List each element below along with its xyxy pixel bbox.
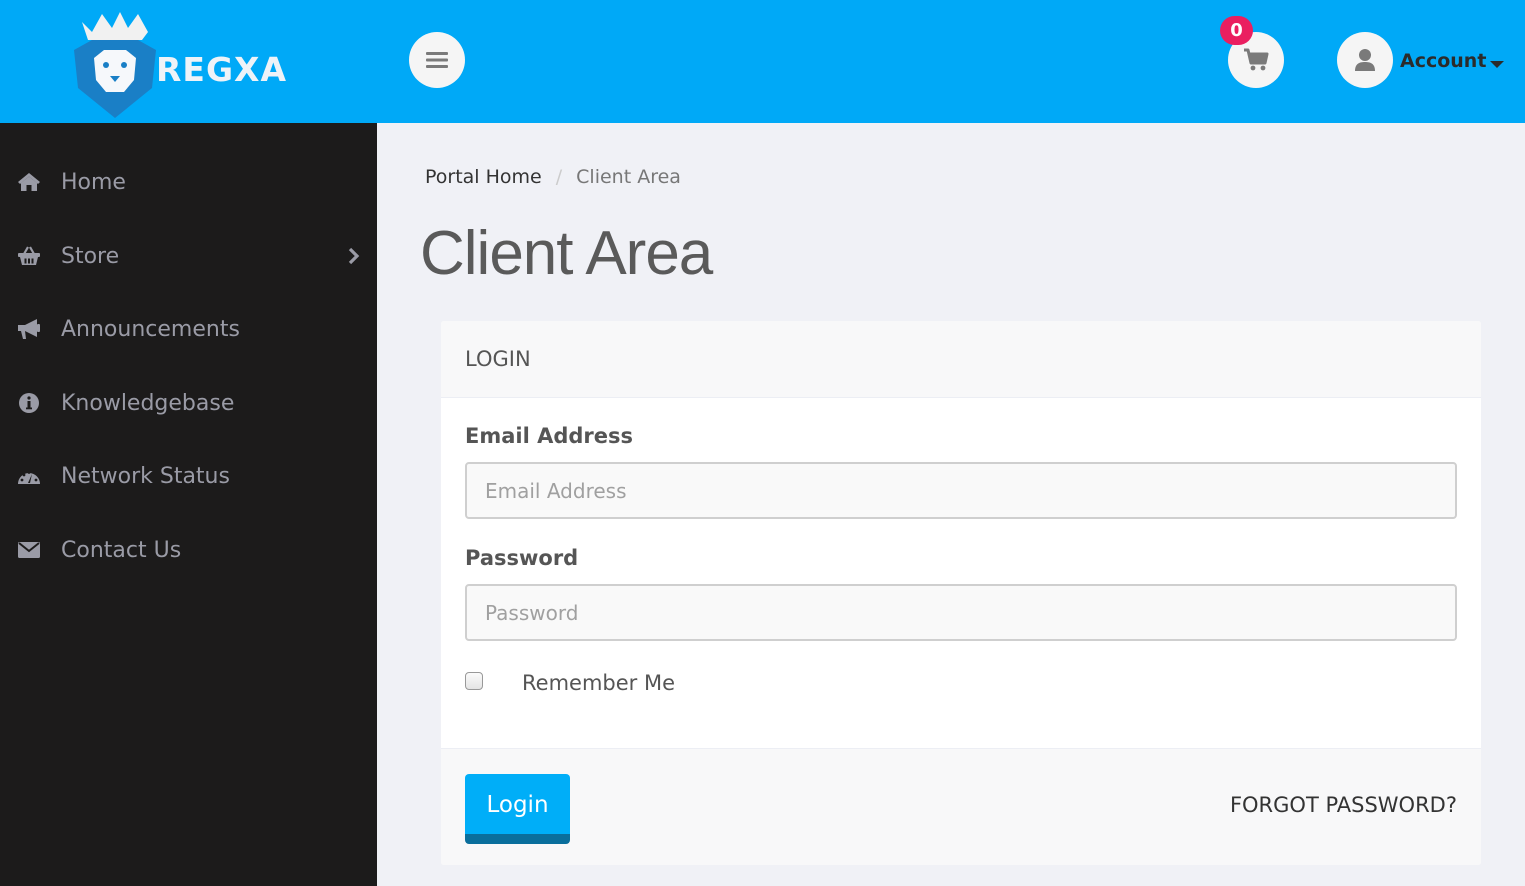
sidebar-item-label: Knowledgebase xyxy=(61,391,234,416)
sidebar-item-home[interactable]: Home xyxy=(0,152,377,212)
email-field[interactable] xyxy=(465,462,1457,519)
top-navbar: REGXA 0 Account xyxy=(0,0,1525,123)
login-card: LOGIN Email Address Password Remember Me… xyxy=(441,321,1481,865)
sidebar-item-contact-us[interactable]: Contact Us xyxy=(0,520,377,580)
login-card-title: LOGIN xyxy=(465,347,531,371)
sidebar-item-label: Announcements xyxy=(61,317,240,342)
shopping-cart-icon xyxy=(1243,48,1269,72)
login-button[interactable]: Login xyxy=(465,774,570,844)
account-menu-label[interactable]: Account xyxy=(1400,50,1486,72)
sidebar-item-label: Network Status xyxy=(61,464,230,489)
caret-down-icon[interactable] xyxy=(1490,61,1504,68)
user-icon xyxy=(1354,48,1376,72)
sidebar-item-label: Store xyxy=(61,244,119,269)
sidebar: Home Store Announcements Knowledgebase N… xyxy=(0,123,377,886)
page-title: Client Area xyxy=(420,218,712,289)
breadcrumb-home-link[interactable]: Portal Home xyxy=(425,166,542,188)
sidebar-item-announcements[interactable]: Announcements xyxy=(0,299,377,359)
sidebar-item-label: Home xyxy=(61,170,126,195)
sidebar-item-network-status[interactable]: Network Status xyxy=(0,446,377,506)
hamburger-icon xyxy=(426,51,448,69)
bullhorn-icon xyxy=(16,316,42,342)
lion-crown-icon xyxy=(70,10,160,120)
forgot-password-link[interactable]: FORGOT PASSWORD? xyxy=(1230,793,1457,817)
envelope-icon xyxy=(16,537,42,563)
login-card-footer: Login FORGOT PASSWORD? xyxy=(441,748,1481,865)
sidebar-item-knowledgebase[interactable]: Knowledgebase xyxy=(0,373,377,433)
account-avatar-button[interactable] xyxy=(1337,32,1393,88)
email-label: Email Address xyxy=(465,424,633,448)
breadcrumb-current: Client Area xyxy=(576,166,681,188)
breadcrumb: Portal Home / Client Area xyxy=(425,166,681,188)
login-card-header: LOGIN xyxy=(441,321,1481,398)
remember-me-checkbox[interactable] xyxy=(465,672,483,690)
sidebar-item-store[interactable]: Store xyxy=(0,226,377,286)
brand-name: REGXA xyxy=(156,50,287,89)
breadcrumb-separator: / xyxy=(556,166,562,188)
chevron-right-icon[interactable] xyxy=(347,246,361,266)
password-label: Password xyxy=(465,546,578,570)
cart-count-badge: 0 xyxy=(1220,16,1253,45)
password-field[interactable] xyxy=(465,584,1457,641)
brand-logo[interactable]: REGXA xyxy=(70,10,300,120)
menu-toggle-button[interactable] xyxy=(409,32,465,88)
home-icon xyxy=(16,169,42,195)
info-circle-icon xyxy=(16,390,42,416)
sidebar-item-label: Contact Us xyxy=(61,538,181,563)
tachometer-icon xyxy=(16,463,42,489)
remember-me-label[interactable]: Remember Me xyxy=(522,671,675,695)
basket-icon xyxy=(16,243,42,269)
